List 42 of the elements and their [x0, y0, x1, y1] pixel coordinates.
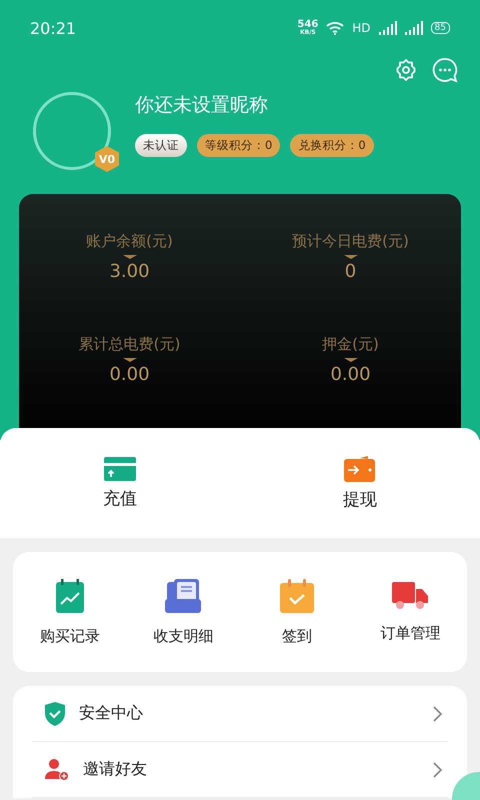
menu-item[interactable]: 安全中心: [32, 686, 448, 742]
wallet-action[interactable]: 充值: [0, 428, 240, 538]
hd-label: HD: [352, 21, 371, 35]
wifi-icon: [326, 21, 344, 35]
calendar-chart-icon: [56, 578, 84, 612]
signal-icon: [404, 21, 423, 35]
stat-value: 0: [344, 261, 356, 282]
truck-icon: [392, 582, 428, 610]
signal-icon: [378, 21, 397, 35]
points-tag: 未认证: [135, 134, 187, 157]
points-tag: 兑换积分：0: [290, 134, 374, 157]
shortcut-item[interactable]: 收支明细: [126, 578, 240, 646]
settings-icon[interactable]: [394, 58, 418, 82]
notch-icon: [344, 358, 358, 362]
document-tray-icon: [165, 578, 202, 612]
calendar-check-icon: [280, 578, 314, 612]
stat-label: 累计总电费(元): [78, 335, 180, 354]
notch-icon: [344, 255, 358, 259]
chevron-right-icon: [433, 762, 442, 778]
stat-value: 3.00: [109, 261, 150, 282]
stat-label: 押金(元): [322, 335, 379, 354]
card-icon: [104, 456, 136, 480]
shortcut-item[interactable]: 签到: [240, 578, 354, 646]
status-time: 20:21: [30, 18, 76, 38]
shield-check-icon: [45, 702, 65, 726]
notch-icon: [122, 358, 136, 362]
stat-label: 预计今日电费(元): [292, 232, 409, 251]
stat-value: 0.00: [109, 364, 150, 385]
chevron-right-icon: [433, 706, 442, 722]
add-user-icon: [45, 758, 69, 780]
points-tag: 等级积分：0: [197, 134, 280, 157]
menu-item[interactable]: 邀请好友: [32, 742, 448, 798]
battery-indicator: 85: [430, 22, 450, 34]
wallet-icon: [344, 456, 376, 482]
message-icon[interactable]: [432, 57, 458, 83]
stat-value: 0.00: [330, 364, 371, 385]
shortcut-item[interactable]: 购买记录: [13, 578, 126, 646]
level-badge: V0: [95, 146, 119, 172]
wallet-action[interactable]: 提现: [240, 428, 480, 538]
notch-icon: [122, 255, 136, 259]
stat-label: 账户余额(元): [86, 232, 173, 251]
shortcut-item[interactable]: 订单管理: [354, 582, 467, 642]
